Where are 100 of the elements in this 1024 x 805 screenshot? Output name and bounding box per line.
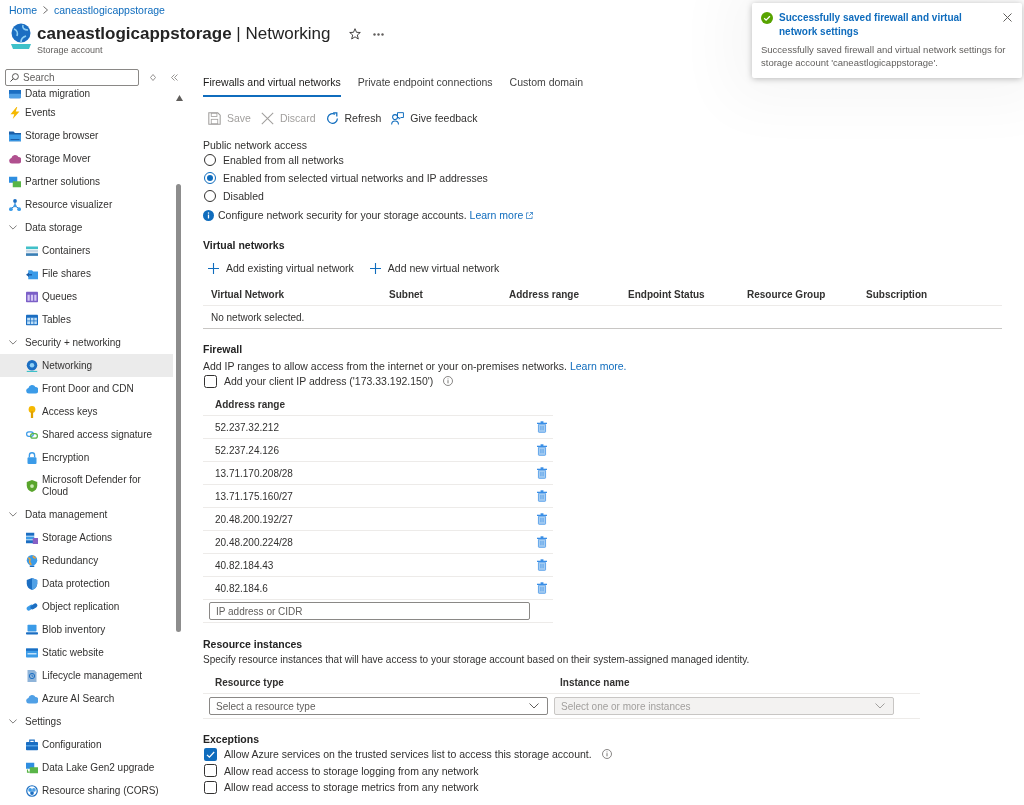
radio-label[interactable]: Enabled from all networks [223, 154, 344, 166]
checkbox[interactable] [204, 764, 217, 778]
table-cell: 40.82.184.43 [215, 559, 274, 571]
table-cell: 20.48.200.224/28 [215, 536, 293, 548]
column-header: Virtual Network [211, 288, 286, 300]
search-field[interactable]: Search [5, 69, 139, 86]
sidebar-item[interactable]: Tables [0, 308, 173, 331]
breadcrumb-link[interactable]: Home [9, 3, 37, 17]
sidebar-item[interactable]: Access keys [0, 400, 173, 423]
sidebar-item[interactable]: Queues [0, 285, 173, 308]
notification-title: Successfully saved firewall and virtual network settings [779, 11, 963, 39]
sidebar-item[interactable]: Resource sharing (CORS) [0, 779, 173, 802]
breadcrumb-link[interactable]: caneastlogicappstorage [54, 3, 165, 17]
chevron-down-icon [529, 703, 539, 709]
sidebar-item[interactable]: Storage browser [0, 124, 173, 147]
table-cell: 20.48.200.192/27 [215, 513, 293, 525]
radio-label[interactable]: Disabled [223, 190, 264, 202]
sidebar-item[interactable]: Shared access signature [0, 423, 173, 446]
notification-message: Successfully saved firewall and virtual network settings for storage account 'caneastlogicappstorage'. [761, 43, 1007, 69]
windows-icon [26, 761, 38, 774]
search-icon [10, 73, 19, 82]
field-label: Public network access [203, 139, 308, 151]
radio-button[interactable] [204, 172, 216, 184]
trash-icon[interactable] [537, 513, 547, 525]
add-button[interactable]: Add new virtual network [364, 257, 503, 279]
sidebar-item[interactable]: Object replication [0, 595, 173, 618]
sidebar-item[interactable]: Front Door and CDN [0, 377, 173, 400]
sidebar-item[interactable]: Storage Actions [0, 526, 173, 549]
sidebar-group[interactable]: Settings [0, 710, 173, 733]
sidebar-item[interactable]: Azure AI Search [0, 687, 173, 710]
sidebar-item[interactable]: Partner solutions [0, 170, 173, 193]
shield-icon [26, 577, 38, 590]
resource-type-dropdown[interactable]: Select a resource type [209, 697, 548, 715]
close-icon[interactable] [1003, 13, 1012, 22]
trash-icon[interactable] [537, 421, 547, 433]
table-cell: 52.237.32.212 [215, 421, 279, 433]
sidebar-item[interactable]: Events [0, 101, 173, 124]
add-button[interactable]: Add existing virtual network [203, 257, 357, 279]
sidebar-item[interactable]: Encryption [0, 446, 173, 469]
empty-message: No network selected. [211, 311, 305, 323]
scrollbar-thumb[interactable] [176, 184, 181, 632]
learn-more-link[interactable]: Learn more. [569, 360, 627, 372]
ip-address-input[interactable]: IP address or CIDR [209, 602, 530, 620]
sidebar-item[interactable]: Containers [0, 239, 173, 262]
sidebar-item[interactable]: Microsoft Defender for Cloud [0, 469, 173, 503]
sidebar-item[interactable]: Lifecycle management [0, 664, 173, 687]
trash-icon[interactable] [537, 536, 547, 548]
checkbox-label[interactable]: Add your client IP address ('173.33.192.150') [224, 375, 434, 387]
checkbox-label[interactable]: Allow read access to storage logging from any network [224, 764, 479, 777]
sidebar-item[interactable]: Blob inventory [0, 618, 173, 641]
sidebar-item[interactable]: Data migration [0, 87, 173, 101]
sidebar-item[interactable]: Storage Mover [0, 147, 173, 170]
sidebar-item[interactable]: Resource visualizer [0, 193, 173, 216]
trash-icon[interactable] [537, 467, 547, 479]
column-header: Subnet [389, 288, 424, 300]
sidebar-group[interactable]: Data management [0, 503, 173, 526]
star-icon[interactable] [348, 28, 361, 40]
queue-icon [26, 290, 38, 303]
learn-more-link[interactable]: Learn more [469, 209, 534, 221]
sidebar-item[interactable]: Networking [0, 354, 173, 377]
table-cell: 40.82.184.6 [215, 582, 268, 594]
refresh-icon [325, 111, 339, 125]
sidebar-group[interactable]: Data storage [0, 216, 173, 239]
cloud-icon [26, 692, 38, 705]
column-header: Address range [509, 288, 581, 300]
sidebar-item[interactable]: Configuration [0, 733, 173, 756]
checkbox-label[interactable]: Allow Azure services on the trusted services list to access this storage account. [224, 748, 592, 761]
sidebar-group[interactable]: Security + networking [0, 331, 173, 354]
page-title: caneastlogicappstorage | Networking [37, 23, 331, 45]
sidebar-item[interactable]: Redundancy [0, 549, 173, 572]
feedback-button[interactable]: Give feedback [390, 107, 487, 129]
refresh-button[interactable]: Refresh [324, 107, 391, 129]
tab[interactable]: Custom domain [509, 70, 584, 97]
checkbox[interactable] [204, 747, 217, 761]
sidebar-item[interactable]: Static website [0, 641, 173, 664]
info-icon [443, 376, 454, 386]
sidebar-item[interactable]: Data Lake Gen2 upgrade [0, 756, 173, 779]
radio-button[interactable] [204, 154, 216, 166]
trash-icon[interactable] [537, 559, 547, 571]
trash-icon[interactable] [537, 582, 547, 594]
sidebar-item[interactable]: File shares [0, 262, 173, 285]
feedback-icon [391, 111, 405, 125]
trash-icon[interactable] [537, 490, 547, 502]
document-icon [26, 669, 38, 682]
trash-icon[interactable] [537, 444, 547, 456]
checkbox[interactable] [204, 780, 217, 794]
tab[interactable]: Private endpoint connections [357, 70, 493, 97]
sidebar-item[interactable]: Data protection [0, 572, 173, 595]
table-cell: 13.71.170.208/28 [215, 467, 293, 479]
cloud-icon [9, 152, 21, 165]
checkbox-label[interactable]: Allow read access to storage metrics from any network [224, 781, 479, 794]
scroll-up-arrow-icon[interactable] [175, 95, 183, 101]
check-circle-icon [761, 12, 773, 24]
double-chevron-left-icon[interactable] [171, 74, 178, 81]
tab[interactable]: Firewalls and virtual networks [203, 70, 341, 97]
folder-icon [26, 267, 38, 280]
radio-label[interactable]: Enabled from selected virtual networks and IP addresses [223, 172, 488, 184]
radio-button[interactable] [204, 190, 216, 202]
more-icon[interactable] [372, 33, 384, 36]
checkbox[interactable] [204, 374, 217, 388]
